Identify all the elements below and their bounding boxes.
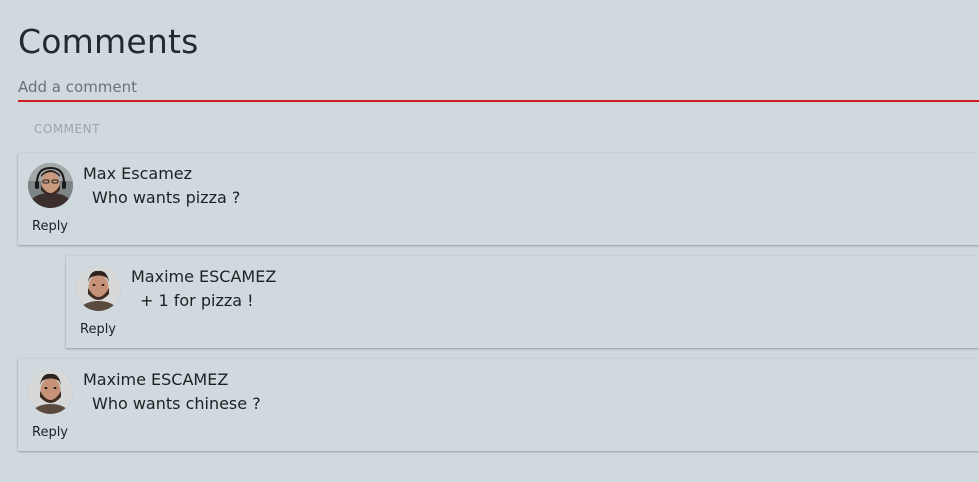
comment-card: Max Escamez Who wants pizza ? Reply (18, 153, 979, 245)
avatar-bearded-man-headphones-icon (28, 163, 73, 208)
comment-text: + 1 for pizza ! (140, 291, 254, 310)
reply-button[interactable]: Reply (32, 219, 68, 234)
comment-submit-button[interactable]: COMMENT (34, 122, 100, 136)
avatar-bearded-man-icon (28, 369, 73, 414)
reply-button[interactable]: Reply (32, 425, 68, 440)
avatar[interactable] (76, 266, 121, 311)
comment-text: Who wants chinese ? (92, 394, 261, 413)
comments-page: Comments COMMENT Max Escamez Who wants p… (0, 0, 979, 482)
avatar[interactable] (28, 369, 73, 414)
reply-button[interactable]: Reply (80, 322, 116, 337)
comment-card: Maxime ESCAMEZ Who wants chinese ? Reply (18, 359, 979, 451)
comment-author: Maxime ESCAMEZ (131, 267, 277, 286)
avatar-bearded-man-icon (76, 266, 121, 311)
comment-author: Maxime ESCAMEZ (83, 370, 229, 389)
add-comment-input[interactable] (18, 74, 979, 102)
reply-comment-card: Maxime ESCAMEZ + 1 for pizza ! Reply (66, 256, 979, 348)
page-title: Comments (18, 22, 199, 61)
comment-author: Max Escamez (83, 164, 193, 183)
avatar[interactable] (28, 163, 73, 208)
comment-text: Who wants pizza ? (92, 188, 241, 207)
